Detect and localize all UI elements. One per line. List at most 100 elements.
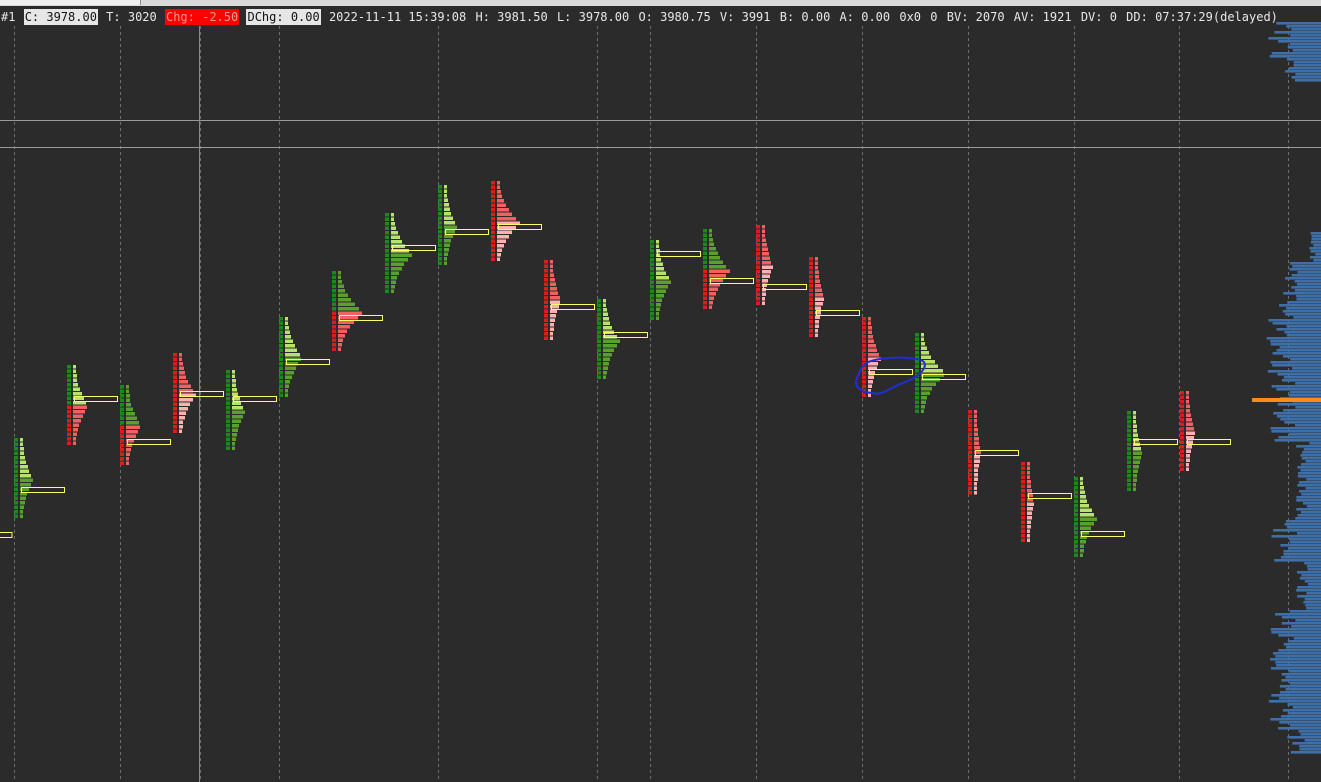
volume-profile-bar (1288, 547, 1321, 550)
volume-profile-bar (1285, 688, 1321, 691)
volume-profile-bar (1274, 559, 1321, 562)
volume-profile-bar (1267, 370, 1321, 373)
datetime-value: 2022-11-11 15:39:08 (328, 10, 467, 24)
volume-profile-bar (1276, 22, 1321, 25)
close-value: C: 3978.00 (23, 9, 98, 25)
volume-profile-bar (1286, 58, 1321, 61)
volume-profile-bar (1304, 739, 1321, 742)
volume-profile-bar (1310, 250, 1321, 253)
volume-profile-bar (1287, 712, 1321, 715)
volume-profile-bar (1271, 430, 1321, 433)
volume-profile-bar (1287, 301, 1321, 304)
volume-profile-bar (1296, 532, 1321, 535)
volume-profile-bar (1276, 388, 1321, 391)
volume-profile-bar (1311, 235, 1321, 238)
volume-profile-bar (1274, 31, 1321, 34)
volume-profile-bar (1283, 409, 1321, 412)
chart-area[interactable]: #1 C: 3978.00 T: 3020 Chg: -2.50 DChg: 0… (0, 0, 1321, 782)
volume-profile-bar (1271, 535, 1321, 538)
volume-profile-bar (1308, 583, 1321, 586)
volume-profile-bar (1279, 685, 1321, 688)
volume-profile-bar (1296, 508, 1321, 511)
volume-profile-bar (1270, 628, 1321, 631)
bid-ask-size: 0x0 (899, 10, 922, 24)
volume-profile-bar (1299, 577, 1321, 580)
volume-profile-bar (1270, 667, 1321, 670)
volume-profile-bar (1315, 253, 1321, 256)
delta-volume-value: DV: 0 (1080, 10, 1117, 24)
volume-profile-bar (1268, 319, 1321, 322)
volume-profile-bar (1291, 625, 1321, 628)
volume-profile-bar (1295, 73, 1321, 76)
volume-profile-bar (1307, 565, 1321, 568)
volume-profile-bar (1278, 634, 1321, 637)
volume-profile-bar (1293, 61, 1321, 64)
volume-value: V: 3991 (719, 10, 771, 24)
volume-profile-bar (1273, 412, 1321, 415)
volume-profile-bar (1304, 598, 1321, 601)
volume-profile-bar (1306, 505, 1321, 508)
daily-change-value: DChg: 0.00 (246, 9, 321, 25)
volume-profile-bar (1286, 334, 1321, 337)
volume-profile-bar (1283, 553, 1321, 556)
volume-profile-bar (1313, 259, 1321, 262)
volume-profile-bar (1292, 367, 1321, 370)
volume-profile-bar (1280, 418, 1321, 421)
volume-profile-bar (1297, 595, 1321, 598)
volume-profile-bar (1310, 232, 1321, 235)
volume-profile-bar (1297, 475, 1321, 478)
volume-profile-bar (1281, 622, 1321, 625)
volume-profile-bar (1283, 292, 1321, 295)
volume-profile-bar (1286, 646, 1321, 649)
volume-profile-bar (1284, 421, 1321, 424)
volume-profile-bar (1271, 385, 1321, 388)
volume-profile-bar (1277, 415, 1321, 418)
volume-profile-bar (1303, 448, 1321, 451)
volume-profile-bar (1280, 556, 1321, 559)
volume-profile-bar (1305, 604, 1321, 607)
volume-profile-bar (1299, 745, 1321, 748)
change-value: Chg: -2.50 (164, 9, 240, 25)
volume-profile-bar (1309, 256, 1321, 259)
volume-profile-bar (1291, 76, 1321, 79)
volume-profile-bar (1293, 64, 1321, 67)
volume-profile-bar (1298, 490, 1321, 493)
volume-profile-bar (1289, 610, 1321, 613)
volume-profile-bar (1306, 607, 1321, 610)
volume-profile-bar (1288, 67, 1321, 70)
volume-profile-bar (1289, 262, 1321, 265)
volume-profile-bar (1273, 652, 1321, 655)
volume-profile-bar (1296, 499, 1321, 502)
volume-profile-bar (1270, 427, 1321, 430)
volume-profile-bar (1284, 523, 1321, 526)
volume-profile-bar (1313, 244, 1321, 247)
volume-profile-bar (1290, 751, 1321, 754)
volume-profile-bar (1299, 748, 1321, 751)
volume-profile-bar (1285, 313, 1321, 316)
volume-profile-bar (1281, 379, 1321, 382)
volume-profile-bar (1298, 472, 1321, 475)
ask-volume-value: AV: 1921 (1013, 10, 1072, 24)
volume-profile-bar (1279, 346, 1321, 349)
volume-profile-bar (1295, 424, 1321, 427)
volume-profile-bar (1283, 355, 1321, 358)
volume-profile-bar (1275, 613, 1321, 616)
low-value: L: 3978.00 (556, 10, 630, 24)
volume-profile-bar (1276, 349, 1321, 352)
volume-profile-bar (1296, 298, 1321, 301)
volume-profile-bar (1295, 382, 1321, 385)
volume-profile-bar (1291, 274, 1321, 277)
volume-profile-bar (1282, 310, 1321, 313)
volume-profile-bar (1289, 541, 1321, 544)
volume-profile-bar (1298, 730, 1321, 733)
volume-profile-bar (1296, 295, 1321, 298)
volume-profile-bar (1292, 706, 1321, 709)
volume-profile-bar (1279, 691, 1321, 694)
volume-profile-bar (1281, 673, 1321, 676)
volume-profile-bar (1268, 700, 1321, 703)
volume-profile-bar (1283, 550, 1321, 553)
ask-value: A: 0.00 (839, 10, 891, 24)
volume-profile-bar (1277, 373, 1321, 376)
volume-profile-bar (1270, 718, 1321, 721)
volume-profile-bar (1274, 439, 1321, 442)
